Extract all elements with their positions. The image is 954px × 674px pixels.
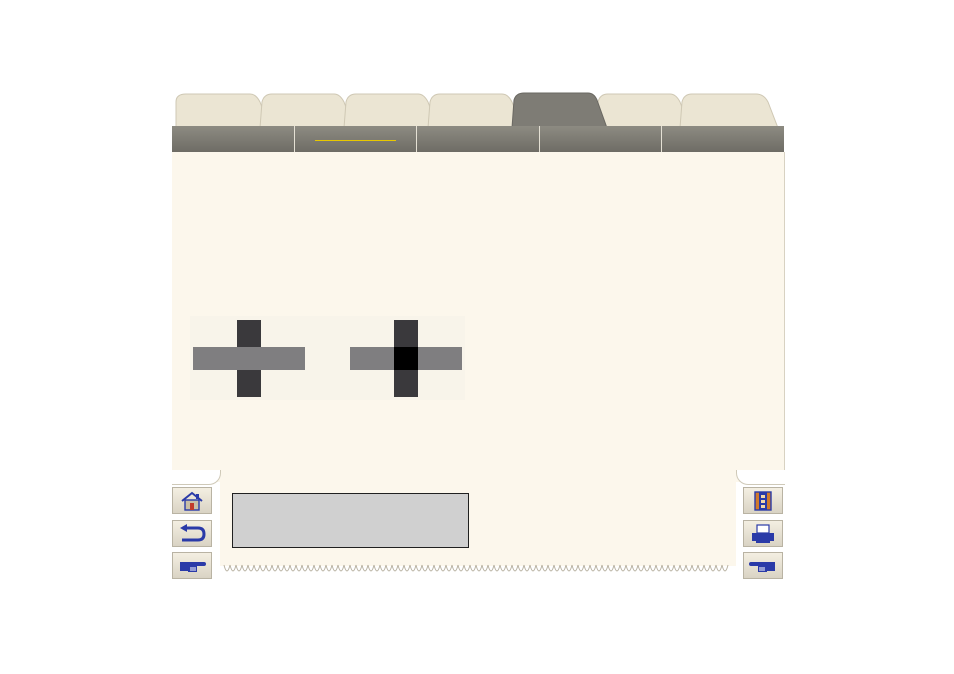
subnav-item-2[interactable] <box>295 126 418 152</box>
previous-button[interactable] <box>743 552 783 579</box>
tab-5-active[interactable] <box>511 92 608 129</box>
alignment-cross-graphic <box>190 316 465 400</box>
tab-2[interactable] <box>259 93 355 129</box>
app-window <box>0 0 954 674</box>
subnav-item-5[interactable] <box>662 126 784 152</box>
back-arrow-icon <box>180 523 206 541</box>
info-box <box>232 493 469 548</box>
print-button[interactable] <box>743 520 783 547</box>
contents-button[interactable] <box>743 487 783 514</box>
panel-corner-right <box>736 470 785 485</box>
subnav-item-3[interactable] <box>417 126 540 152</box>
home-button[interactable] <box>172 487 212 514</box>
tab-1[interactable] <box>175 93 271 129</box>
right-cross-center <box>394 347 418 370</box>
subnav-bar <box>172 126 784 152</box>
subnav-item-1[interactable] <box>172 126 295 152</box>
spiral-binding-edge <box>223 564 729 572</box>
tab-7[interactable] <box>679 93 779 129</box>
back-button[interactable] <box>172 520 212 547</box>
tab-3[interactable] <box>343 93 439 129</box>
tab-6[interactable] <box>595 93 691 129</box>
home-icon <box>181 491 203 511</box>
pointing-hand-left-icon <box>749 561 775 572</box>
book-icon <box>754 490 772 511</box>
next-button[interactable] <box>172 552 212 579</box>
tab-4[interactable] <box>427 93 523 129</box>
subnav-item-4[interactable] <box>540 126 663 152</box>
tab-strip <box>175 92 779 129</box>
left-cross-horizontal <box>193 347 305 370</box>
printer-icon <box>752 523 774 543</box>
pointing-hand-icon <box>180 561 206 572</box>
panel-corner-left <box>172 470 221 485</box>
